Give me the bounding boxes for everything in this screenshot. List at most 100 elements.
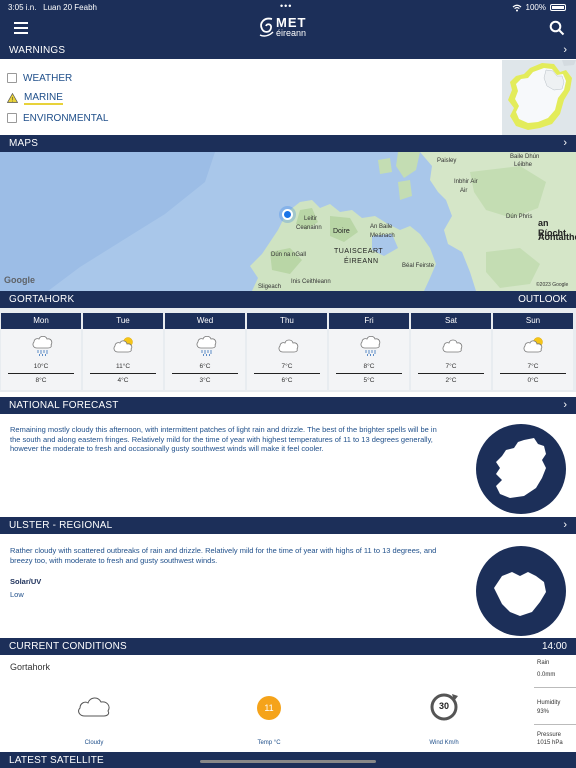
map-label: Leitir	[304, 216, 318, 222]
warning-item-environmental[interactable]: ENVIRONMENTAL	[7, 111, 108, 125]
cloud-icon	[278, 339, 299, 353]
cloud-icon	[78, 697, 110, 717]
divider	[534, 724, 576, 725]
divider	[8, 373, 74, 374]
solar-uv-value: Low	[10, 590, 24, 599]
warning-map-thumbnail[interactable]	[502, 60, 576, 135]
rain-cloud-icon	[360, 335, 381, 356]
forecast-low-temp: 8°C	[35, 377, 47, 384]
ireland-map-icon	[476, 424, 566, 514]
map-label: An Baile	[370, 224, 393, 230]
map-label-region: TUAISCEART	[334, 248, 384, 255]
national-forecast-title: NATIONAL FORECAST	[9, 400, 119, 411]
national-forecast-header[interactable]: NATIONAL FORECAST ›	[0, 397, 576, 414]
forecast-day-name: Sun	[493, 313, 573, 329]
forecast-day-card[interactable]: Mon 10°C 8°C	[1, 313, 81, 390]
map-label: Inbhir Air	[454, 179, 478, 185]
forecast-day-card[interactable]: Fri 8°C 5°C	[329, 313, 409, 390]
pressure-value: 1015 hPa	[537, 740, 563, 746]
forecast-day-card[interactable]: Thu 7°C 6°C	[247, 313, 327, 390]
forecast-day-card[interactable]: Sun 7°C 0°C	[493, 313, 573, 390]
map-label: Béal Feirste	[402, 263, 435, 269]
home-indicator[interactable]	[200, 760, 376, 763]
forecast-day-card[interactable]: Tue 11°C 4°C	[83, 313, 163, 390]
latest-satellite-title: LATEST SATELLITE	[9, 755, 104, 766]
current-conditions-header[interactable]: CURRENT CONDITIONS 14:00	[0, 638, 576, 655]
google-logo: Google	[4, 275, 35, 285]
divider	[254, 373, 320, 374]
forecast-high-temp: 8°C	[363, 363, 375, 370]
map-label: Inis Ceithleann	[291, 279, 331, 285]
maps-header[interactable]: MAPS ›	[0, 135, 576, 152]
warning-label: ENVIRONMENTAL	[23, 112, 109, 124]
map-copyright: ©2023 Google	[536, 282, 569, 288]
forecast-low-temp: 3°C	[199, 377, 211, 384]
regional-forecast-text: Rather cloudy with scattered outbreaks o…	[10, 546, 480, 565]
warnings-list: WEATHER ! MARINE ENVIRONMENTAL	[0, 60, 502, 135]
forecast-header[interactable]: GORTAHORK OUTLOOK	[0, 291, 576, 308]
regional-forecast-title: ULSTER - REGIONAL	[9, 520, 113, 531]
forecast-day-name: Thu	[247, 313, 327, 329]
multitask-dots[interactable]: •••	[280, 1, 292, 11]
text-line: the south and along eastern fringes. Rel…	[10, 434, 433, 444]
map-view[interactable]: Baile Dhún Léibhe Paisley Inbhir Air Air…	[0, 152, 576, 291]
map-label: Sligeach	[258, 284, 282, 290]
map-label-region: ÉIREANN	[344, 258, 379, 265]
forecast-low-temp: 5°C	[363, 377, 375, 384]
divider	[500, 373, 566, 374]
wind-caption: Wind Km/h	[429, 740, 459, 746]
forecast-high-temp: 11°C	[115, 363, 131, 370]
menu-icon[interactable]	[14, 22, 28, 34]
condition-caption: Cloudy	[84, 740, 104, 746]
rain-cloud-icon	[32, 335, 53, 356]
sun-cloud-icon	[113, 337, 133, 353]
humidity-label: Humidity	[537, 700, 561, 706]
current-conditions-title: CURRENT CONDITIONS	[9, 641, 127, 652]
humidity-value: 93%	[537, 709, 550, 715]
forecast-high-temp: 6°C	[199, 363, 211, 370]
forecast-high-temp: 10°C	[33, 363, 49, 370]
logo-swirl-icon	[259, 17, 274, 37]
pressure-label: Pressure	[537, 732, 562, 738]
warnings-header[interactable]: WARNINGS ›	[0, 42, 576, 59]
warning-item-weather[interactable]: WEATHER	[7, 71, 72, 85]
regional-forecast-header[interactable]: ULSTER - REGIONAL ›	[0, 517, 576, 534]
forecast-low-temp: 0°C	[527, 377, 539, 384]
map-label: Léibhe	[514, 162, 533, 168]
map-label: Meánach	[370, 233, 395, 239]
warning-checkbox[interactable]	[7, 113, 17, 123]
forecast-day-name: Fri	[329, 313, 409, 329]
map-label: Air	[460, 188, 468, 194]
warning-label: MARINE	[24, 91, 63, 105]
forecast-high-temp: 7°C	[281, 363, 293, 370]
search-icon[interactable]	[549, 20, 565, 36]
map-label: Ceanainn	[296, 225, 322, 231]
text-line: Remaining mostly cloudy this afternoon, …	[10, 425, 437, 434]
forecast-day-card[interactable]: Wed 6°C 3°C	[165, 313, 245, 390]
met-eireann-logo: MET éireann	[258, 15, 320, 41]
battery-percent: 100%	[525, 3, 546, 12]
warning-item-marine[interactable]: ! MARINE	[7, 91, 63, 105]
wifi-icon	[512, 4, 521, 11]
warning-label: WEATHER	[23, 72, 73, 84]
forecast-day-card[interactable]: Sat 7°C 2°C	[411, 313, 491, 390]
divider	[336, 373, 402, 374]
outlook-link[interactable]: OUTLOOK	[518, 294, 567, 305]
divider	[418, 373, 484, 374]
divider	[90, 373, 156, 374]
chevron-right-icon: ›	[563, 519, 567, 531]
warnings-title: WARNINGS	[9, 45, 66, 56]
status-time-date: 3:05 i.n. Luan 20 Feabh	[8, 3, 97, 12]
map-label: Dún na nGall	[271, 252, 307, 258]
map-label: Baile Dhún	[510, 154, 540, 160]
warning-checkbox[interactable]	[7, 73, 17, 83]
wind-dial: 30	[429, 692, 459, 722]
temp-caption: Temp °C	[257, 740, 281, 746]
forecast-low-temp: 4°C	[117, 377, 129, 384]
chevron-right-icon: ›	[563, 399, 567, 411]
divider	[172, 373, 238, 374]
status-bar: 3:05 i.n. Luan 20 Feabh ••• 100%	[0, 0, 576, 14]
forecast-low-temp: 6°C	[281, 377, 293, 384]
forecast-day-name: Sat	[411, 313, 491, 329]
current-location-marker[interactable]	[282, 209, 293, 220]
